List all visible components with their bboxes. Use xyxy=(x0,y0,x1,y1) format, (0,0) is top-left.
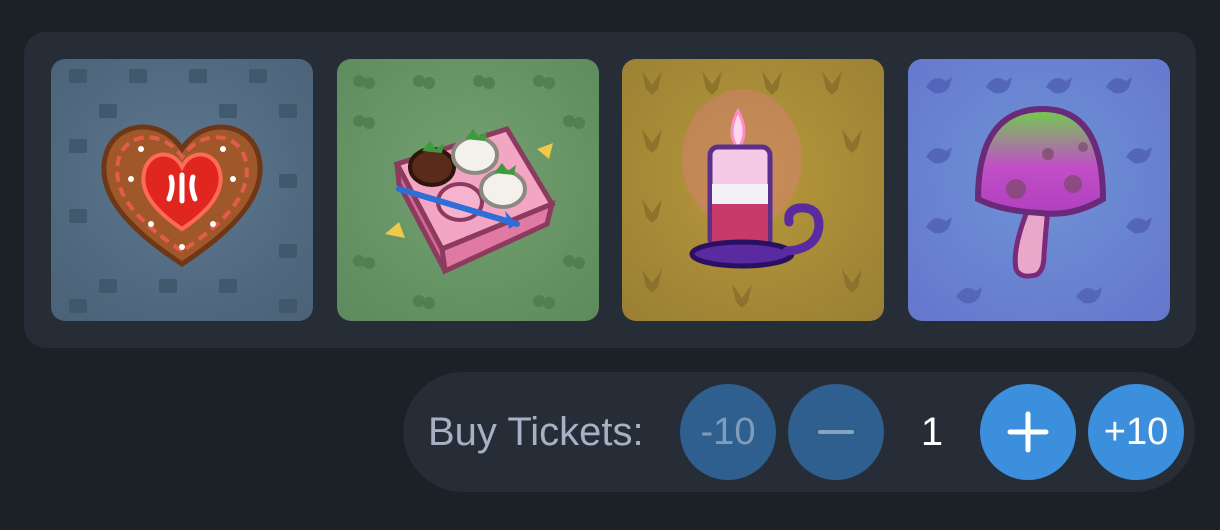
ticket-quantity: 1 xyxy=(920,410,944,454)
gift-card-gingerbread-heart[interactable] xyxy=(51,59,313,321)
candle-icon xyxy=(682,89,824,269)
plus-ten-label: +10 xyxy=(1103,410,1169,453)
gift-card-candle[interactable] xyxy=(622,59,884,321)
buy-tickets-label: Buy Tickets: xyxy=(428,410,644,454)
gingerbread-heart-icon xyxy=(101,124,263,267)
minus-ten-label: -10 xyxy=(700,410,756,453)
decrement-button[interactable] xyxy=(788,384,884,480)
plus-ten-button[interactable]: +10 xyxy=(1088,384,1184,480)
plus-icon xyxy=(1007,411,1049,453)
ticket-purchase-bar: Buy Tickets: -10 1 +10 xyxy=(403,372,1195,492)
minus-ten-button[interactable]: -10 xyxy=(680,384,776,480)
gift-card-strawberry-box[interactable] xyxy=(337,59,599,321)
gift-panel xyxy=(24,32,1196,348)
mushroom-icon xyxy=(974,105,1107,279)
increment-button[interactable] xyxy=(980,384,1076,480)
gift-card-mushroom[interactable] xyxy=(908,59,1170,321)
minus-icon xyxy=(818,430,854,434)
strawberry-box-icon xyxy=(385,126,556,275)
